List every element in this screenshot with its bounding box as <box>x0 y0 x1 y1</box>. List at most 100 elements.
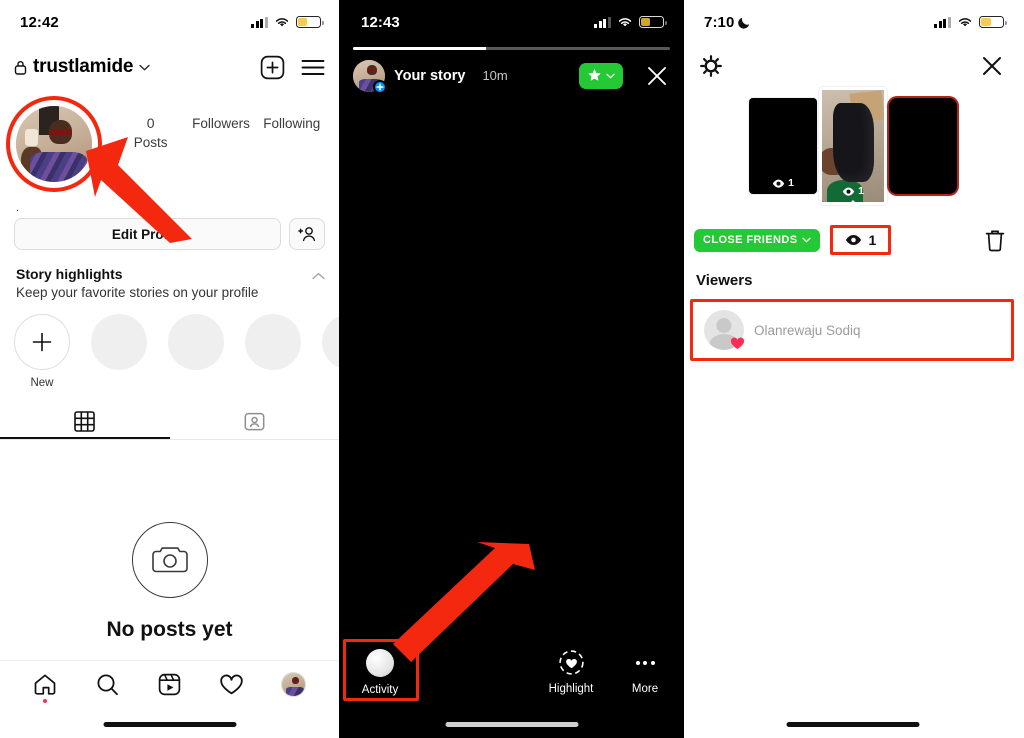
story-more-button[interactable]: More <box>608 649 682 695</box>
wifi-icon <box>618 18 632 27</box>
thumb-views-count: 1 <box>858 185 864 197</box>
wifi-icon <box>958 18 972 27</box>
profile-username: trustlamide <box>33 56 134 77</box>
highlight-placeholder[interactable] <box>245 314 301 389</box>
story-timestamp: 10m <box>482 68 508 83</box>
status-bar-insights: 7:10 <box>684 0 1022 44</box>
grid-icon <box>74 410 96 432</box>
eye-icon <box>846 235 862 245</box>
cellular-signal-icon <box>934 16 951 28</box>
screenshot-stage: 12:42 trustlamide 0 Posts Followers Foll… <box>0 0 1024 738</box>
eye-icon <box>842 187 855 196</box>
active-tab-underline <box>0 437 170 439</box>
bottom-nav-bar <box>0 660 339 708</box>
close-friends-toggle[interactable] <box>579 62 623 89</box>
home-icon <box>34 674 56 695</box>
stat-posts[interactable]: 0 Posts <box>123 114 179 152</box>
reels-icon <box>158 673 181 696</box>
highlight-new-button[interactable]: New <box>14 314 70 389</box>
list-item[interactable]: Olanrewaju Sodiq <box>690 299 1014 361</box>
nav-activity[interactable] <box>211 664 253 706</box>
home-indicator <box>786 722 920 727</box>
status-time: 7:10 <box>704 13 735 31</box>
battery-low-icon <box>979 16 1007 28</box>
insights-meta-bar: CLOSE FRIENDS 1 <box>684 210 1022 262</box>
nav-search[interactable] <box>86 664 128 706</box>
status-bar-story: 12:43 <box>341 0 682 44</box>
story-activity-label: Activity <box>361 683 399 696</box>
story-author-avatar[interactable] <box>353 59 387 94</box>
story-progress-bar <box>341 44 682 50</box>
close-friends-label: CLOSE FRIENDS <box>703 234 798 246</box>
empty-posts-text: No posts yet <box>106 618 233 641</box>
stat-following[interactable]: Following <box>263 114 320 152</box>
profile-header: trustlamide <box>0 44 339 86</box>
viewer-name: Olanrewaju Sodiq <box>754 322 861 338</box>
camera-circle-icon <box>131 522 208 598</box>
chevron-down-icon <box>139 64 150 71</box>
hamburger-menu-icon[interactable] <box>301 59 325 76</box>
nav-home[interactable] <box>24 664 66 706</box>
home-indicator <box>445 722 578 727</box>
highlight-placeholder[interactable] <box>168 314 224 389</box>
thumb-views: 1 <box>749 177 817 189</box>
close-friends-badge[interactable]: CLOSE FRIENDS <box>694 228 821 252</box>
highlight-placeholder[interactable] <box>91 314 147 389</box>
highlight-box-views-count[interactable]: 1 <box>830 225 892 255</box>
close-x-icon[interactable] <box>980 54 1004 78</box>
status-time: 12:42 <box>20 13 59 31</box>
stat-followers[interactable]: Followers <box>192 114 250 152</box>
profile-avatar[interactable] <box>6 96 102 192</box>
battery-low-icon <box>296 16 324 28</box>
default-avatar-icon <box>704 310 745 350</box>
brightness-sun-icon[interactable] <box>700 55 722 77</box>
heart-icon <box>220 674 243 695</box>
profile-tabs <box>0 403 339 439</box>
story-highlights-title: Story highlights <box>16 266 123 282</box>
plus-icon <box>32 332 52 352</box>
profile-action-row: Edit Profile <box>0 212 339 250</box>
thumb-views: 1 <box>822 185 884 197</box>
story-thumbnails-strip: 1 1 <box>684 82 1022 211</box>
chevron-down-icon <box>802 237 812 243</box>
tab-grid[interactable] <box>0 403 170 439</box>
panel-profile: 12:42 trustlamide 0 Posts Followers Foll… <box>0 0 341 738</box>
eye-icon <box>772 179 785 188</box>
panel-story: 12:43 Your story 10m Activity Highlight … <box>341 0 684 738</box>
battery-low-icon <box>639 16 667 28</box>
story-highlight-button[interactable]: Highlight <box>534 649 608 695</box>
story-activity-button[interactable]: Activity <box>341 638 419 701</box>
moon-icon <box>738 17 750 29</box>
highlight-ring-heart-icon <box>558 650 584 675</box>
story-more-label: More <box>631 683 659 695</box>
stat-following-label: Following <box>263 116 321 131</box>
nav-reels[interactable] <box>148 664 190 706</box>
story-thumb-prev[interactable]: 1 <box>749 98 817 194</box>
story-thumb-next[interactable] <box>889 98 957 194</box>
highlight-placeholder[interactable] <box>322 314 339 389</box>
story-header: Your story 10m <box>341 50 682 94</box>
stat-posts-count: 0 <box>146 115 155 131</box>
close-x-icon[interactable] <box>646 65 668 87</box>
chevron-down-icon <box>606 73 615 78</box>
chevron-up-icon[interactable] <box>312 272 325 280</box>
edit-profile-button[interactable]: Edit Profile <box>14 218 281 250</box>
plus-box-icon[interactable] <box>260 55 285 80</box>
add-person-button[interactable] <box>289 218 325 250</box>
heart-badge-icon <box>730 337 745 349</box>
cellular-signal-icon <box>251 16 268 28</box>
lock-icon <box>14 60 27 75</box>
nav-profile[interactable] <box>273 664 315 706</box>
story-highlights-subtitle: Keep your favorite stories on your profi… <box>16 285 259 300</box>
profile-username-button[interactable]: trustlamide <box>14 56 260 78</box>
story-thumb-current[interactable]: 1 <box>819 87 887 205</box>
home-indicator <box>103 722 236 727</box>
story-progress-track <box>353 47 670 50</box>
highlight-ring-profile-avatar <box>6 96 102 192</box>
search-icon <box>97 674 118 696</box>
trash-icon[interactable] <box>984 228 1006 252</box>
story-highlight-label: Highlight <box>548 683 594 695</box>
tab-tagged[interactable] <box>170 403 340 439</box>
story-highlights-header: Story highlights Keep your favorite stor… <box>0 250 339 300</box>
add-person-icon <box>298 227 316 242</box>
